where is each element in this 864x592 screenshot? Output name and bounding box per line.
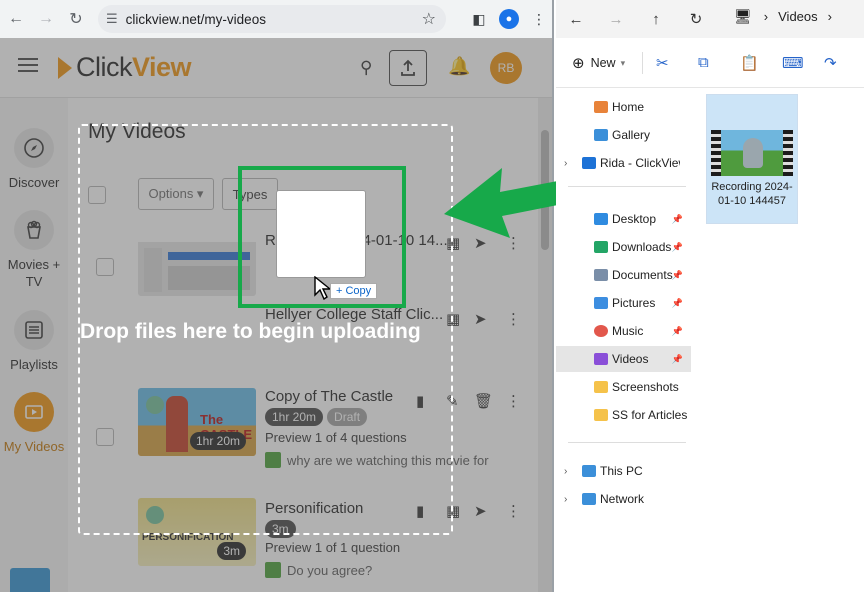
nav-item-desktop[interactable]: Desktop 📌 xyxy=(556,206,691,232)
monitor-icon: 🖥 xyxy=(734,8,752,24)
drop-message: Drop files here to begin uploading xyxy=(80,320,421,343)
video-file-thumbnail[interactable] xyxy=(711,130,793,176)
profile-button[interactable]: ● xyxy=(494,5,524,33)
pin-icon[interactable]: 📌 xyxy=(672,326,683,337)
url-text: clickview.net/my-videos xyxy=(125,11,266,27)
rename-icon[interactable]: ⌨ xyxy=(782,54,804,72)
home-icon xyxy=(594,101,608,113)
nav-item-gallery[interactable]: Gallery xyxy=(556,122,691,148)
forward-icon[interactable]: → xyxy=(596,4,636,34)
browser-window: ← → ↻ ☰ clickview.net/my-videos ☆ ◧ ● ⋮ … xyxy=(0,0,554,592)
nav-item-videos[interactable]: Videos 📌 xyxy=(556,346,691,372)
pictures-icon xyxy=(594,297,608,309)
nav-item-downloads[interactable]: Downloads 📌 xyxy=(556,234,691,260)
file-name: Recording 2024-01-10 144457 xyxy=(711,181,793,207)
share-icon[interactable]: ↷ xyxy=(824,54,837,72)
download-icon xyxy=(594,241,608,253)
nav-item-network[interactable]: › Network xyxy=(556,486,691,512)
file-explorer-window: ← → ↑ ↻ 🖥 › Videos › ⊕ New ▾ ✂ ⧉ 📋 ⌨ ↷ H… xyxy=(556,0,864,592)
nav-item-onedrive[interactable]: › Rida - ClickView xyxy=(556,150,691,176)
browser-toolbar: ← → ↻ ☰ clickview.net/my-videos ☆ ◧ ● ⋮ xyxy=(0,0,552,38)
pin-icon[interactable]: 📌 xyxy=(672,298,683,309)
chevron-right-icon[interactable]: › xyxy=(564,494,576,505)
cloud-icon xyxy=(582,157,596,169)
copy-tooltip: + Copy xyxy=(330,283,378,299)
nav-item-music[interactable]: Music 📌 xyxy=(556,318,691,344)
folder-icon xyxy=(594,409,608,421)
divider xyxy=(568,186,686,187)
chevron-right-icon: › xyxy=(827,9,832,24)
explorer-address-bar: ← → ↑ ↻ 🖥 › Videos › xyxy=(556,0,864,38)
music-icon xyxy=(594,325,608,337)
forward-icon[interactable]: → xyxy=(32,5,60,33)
nav-item-this-pc[interactable]: › This PC xyxy=(556,458,691,484)
network-icon xyxy=(582,493,596,505)
back-icon[interactable]: ← xyxy=(556,4,596,34)
nav-item-home[interactable]: Home xyxy=(556,94,691,120)
side-panel-icon[interactable]: ◧ xyxy=(464,5,494,33)
pin-icon[interactable]: 📌 xyxy=(672,354,683,365)
videos-icon xyxy=(594,353,608,365)
desktop-icon xyxy=(594,213,608,225)
new-button[interactable]: ⊕ New ▾ xyxy=(572,54,625,72)
nav-item-documents[interactable]: Documents 📌 xyxy=(556,262,691,288)
address-bar[interactable]: ☰ clickview.net/my-videos ☆ xyxy=(98,5,446,33)
site-info-icon[interactable]: ☰ xyxy=(106,11,118,27)
screen: ← → ↻ ☰ clickview.net/my-videos ☆ ◧ ● ⋮ … xyxy=(0,0,864,592)
pin-icon[interactable]: 📌 xyxy=(672,214,683,225)
explorer-command-bar: ⊕ New ▾ ✂ ⧉ 📋 ⌨ ↷ xyxy=(556,38,864,88)
chevron-right-icon[interactable]: › xyxy=(564,466,576,477)
chevron-right-icon: › xyxy=(763,9,769,24)
nav-item-pictures[interactable]: Pictures 📌 xyxy=(556,290,691,316)
folder-icon xyxy=(594,381,608,393)
plus-icon: ⊕ xyxy=(572,55,585,72)
computer-icon xyxy=(582,465,596,477)
profile-icon: ● xyxy=(499,9,519,29)
divider xyxy=(642,52,643,74)
pin-icon[interactable]: 📌 xyxy=(672,270,683,281)
cut-icon[interactable]: ✂ xyxy=(656,54,669,72)
navigation-pane: Home Gallery › Rida - ClickView Desktop 📌 … xyxy=(556,88,698,592)
refresh-icon[interactable]: ↻ xyxy=(676,4,716,34)
breadcrumb[interactable]: 🖥 › Videos › xyxy=(734,8,832,25)
document-icon xyxy=(594,269,608,281)
bookmark-star-icon[interactable]: ☆ xyxy=(422,9,436,29)
back-icon[interactable]: ← xyxy=(2,5,30,33)
divider xyxy=(568,442,686,443)
menu-icon[interactable]: ⋮ xyxy=(524,5,552,33)
reload-icon[interactable]: ↻ xyxy=(62,5,90,33)
pin-icon[interactable]: 📌 xyxy=(672,242,683,253)
copy-icon[interactable]: ⧉ xyxy=(698,54,709,71)
nav-item-screenshots[interactable]: Screenshots xyxy=(556,374,691,400)
chevron-right-icon[interactable]: › xyxy=(564,158,576,169)
breadcrumb-videos[interactable]: Videos xyxy=(778,9,818,24)
chevron-down-icon: ▾ xyxy=(620,57,626,68)
new-label: New xyxy=(590,56,616,70)
gallery-icon xyxy=(594,129,608,141)
paste-icon[interactable]: 📋 xyxy=(740,54,759,72)
up-icon[interactable]: ↑ xyxy=(636,4,676,34)
nav-item-ss-articles[interactable]: SS for Articles xyxy=(556,402,691,428)
